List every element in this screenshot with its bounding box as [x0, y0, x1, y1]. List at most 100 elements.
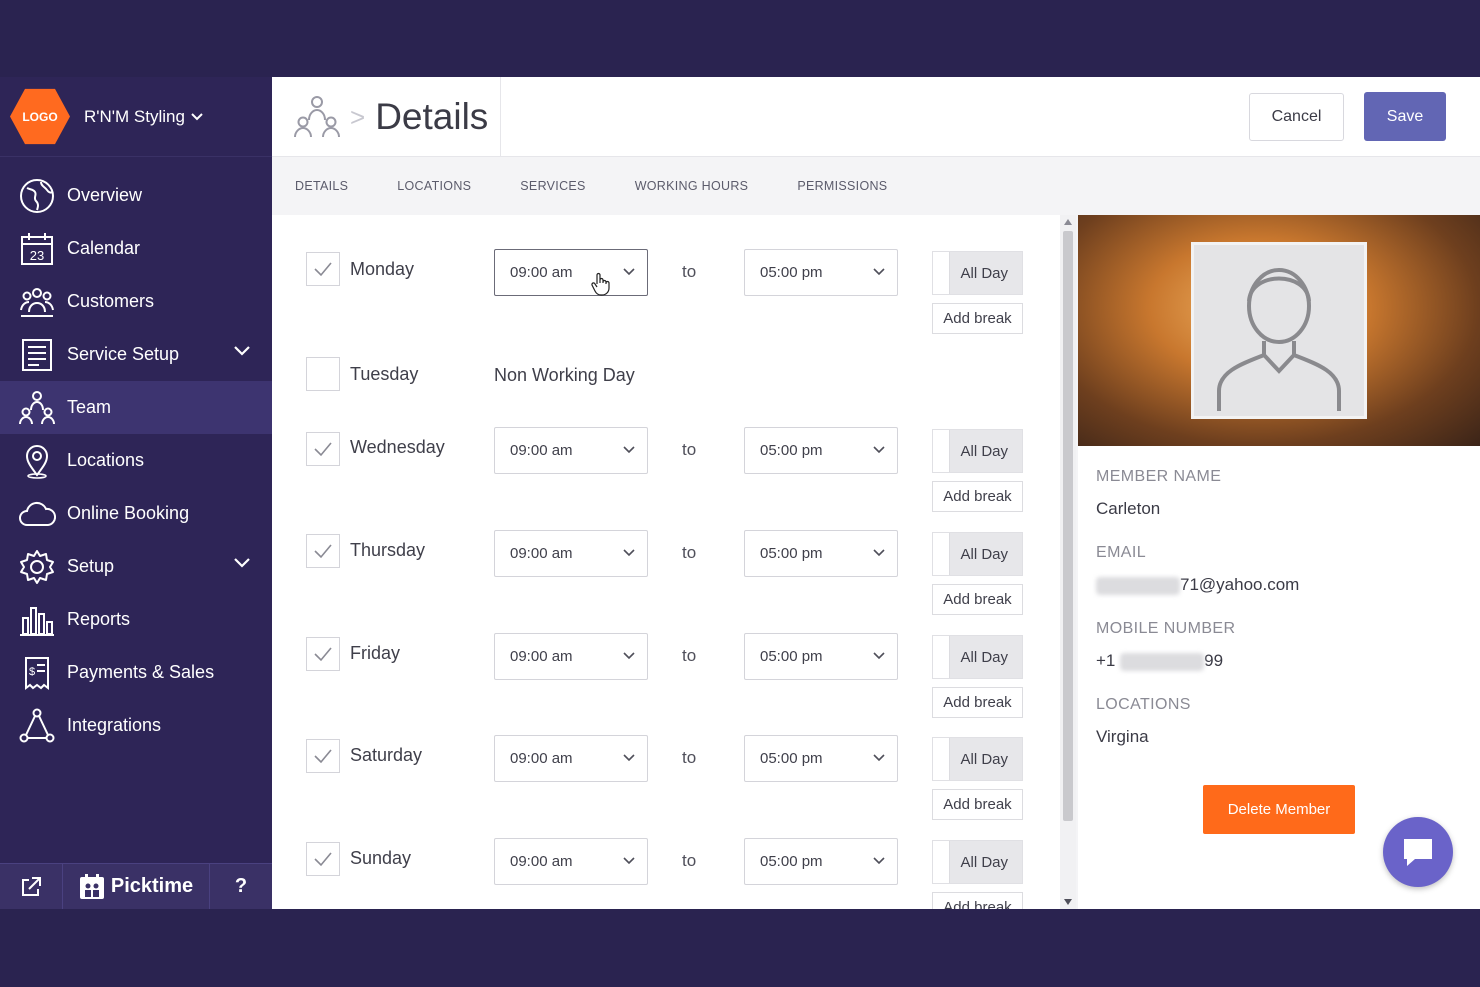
chevron-down-icon[interactable] [234, 558, 250, 568]
location-pin-icon [18, 442, 56, 480]
delete-member-button[interactable]: Delete Member [1203, 785, 1355, 834]
cover-image [1078, 215, 1480, 446]
end-time-value: 05:00 pm [760, 853, 823, 870]
end-time-select[interactable]: 05:00 pm [744, 530, 898, 577]
all-day-toggle[interactable]: All Day [932, 737, 1023, 781]
day-checkbox[interactable] [306, 739, 340, 773]
tab-permissions[interactable]: PERMISSIONS [797, 179, 887, 193]
to-label: to [682, 748, 697, 767]
end-time-value: 05:00 pm [760, 545, 823, 562]
end-time-select[interactable]: 05:00 pm [744, 633, 898, 680]
chevron-down-icon [623, 268, 635, 276]
to-label: to [682, 262, 697, 281]
chat-widget-button[interactable] [1383, 817, 1453, 887]
end-time-select[interactable]: 05:00 pm [744, 427, 898, 474]
sidebar-item-label: Service Setup [67, 344, 180, 364]
page-title: Details [375, 96, 489, 137]
picktime-brand[interactable]: Picktime [62, 864, 210, 909]
day-row-wednesday: Wednesday 09:00 am to 05:00 pm All Day A… [272, 427, 1060, 527]
sidebar-item-payments-sales[interactable]: $ Payments & Sales [0, 646, 272, 699]
to-label: to [682, 851, 697, 870]
all-day-toggle[interactable]: All Day [932, 532, 1023, 576]
start-time-value: 09:00 am [510, 442, 573, 459]
to-label: to [682, 543, 697, 562]
avatar[interactable] [1191, 242, 1367, 419]
start-time-select[interactable]: 09:00 am [494, 838, 648, 885]
tab-locations[interactable]: LOCATIONS [397, 179, 471, 193]
sidebar-item-service-setup[interactable]: Service Setup [0, 328, 272, 381]
member-name-value: Carleton [1096, 499, 1161, 518]
sidebar-item-integrations[interactable]: Integrations [0, 699, 272, 752]
add-break-button[interactable]: Add break [932, 303, 1023, 334]
day-checkbox[interactable] [306, 637, 340, 671]
all-day-toggle[interactable]: All Day [932, 635, 1023, 679]
scroll-thumb[interactable] [1063, 231, 1073, 821]
sidebar-item-reports[interactable]: Reports [0, 593, 272, 646]
sidebar-item-customers[interactable]: Customers [0, 275, 272, 328]
sidebar-item-team[interactable]: Team [0, 381, 272, 434]
redacted-text [1120, 652, 1205, 671]
redacted-text [1096, 576, 1180, 595]
save-button[interactable]: Save [1364, 92, 1446, 141]
end-time-select[interactable]: 05:00 pm [744, 735, 898, 782]
chat-icon [1404, 839, 1432, 866]
add-break-button[interactable]: Add break [932, 584, 1023, 615]
add-break-button[interactable]: Add break [932, 892, 1023, 909]
cancel-button[interactable]: Cancel [1249, 93, 1344, 141]
sidebar-item-calendar[interactable]: 23 Calendar [0, 222, 272, 275]
day-name: Saturday [350, 745, 423, 765]
scroll-down-arrow-icon[interactable] [1064, 899, 1072, 905]
start-time-select[interactable]: 09:00 am [494, 249, 648, 296]
brand-header[interactable]: LOGO R'N'M Styling [0, 77, 272, 157]
chevron-down-icon [623, 857, 635, 865]
day-checkbox[interactable] [306, 842, 340, 876]
day-checkbox[interactable] [306, 357, 340, 391]
tab-services[interactable]: SERVICES [520, 179, 585, 193]
add-break-button[interactable]: Add break [932, 687, 1023, 718]
tab-working-hours[interactable]: WORKING HOURS [635, 179, 749, 193]
chevron-down-icon [623, 549, 635, 557]
mobile-prefix: +1 [1096, 651, 1116, 670]
chevron-down-icon [873, 549, 885, 557]
end-time-select[interactable]: 05:00 pm [744, 249, 898, 296]
help-button[interactable]: ? [210, 875, 272, 898]
integrations-icon [18, 707, 56, 745]
add-break-button[interactable]: Add break [932, 481, 1023, 512]
all-day-toggle[interactable]: All Day [932, 429, 1023, 473]
business-name: R'N'M Styling [84, 106, 185, 126]
business-switcher[interactable]: R'N'M Styling [84, 107, 203, 127]
sidebar-item-locations[interactable]: Locations [0, 434, 272, 487]
content-scrollbar[interactable] [1060, 215, 1076, 909]
tab-details[interactable]: DETAILS [295, 179, 348, 193]
start-time-select[interactable]: 09:00 am [494, 530, 648, 577]
end-time-select[interactable]: 05:00 pm [744, 838, 898, 885]
header-divider [500, 77, 501, 157]
member-name-label: MEMBER NAME [1096, 468, 1222, 485]
day-checkbox[interactable] [306, 252, 340, 286]
add-break-button[interactable]: Add break [932, 789, 1023, 820]
all-day-toggle[interactable]: All Day [932, 840, 1023, 884]
day-checkbox[interactable] [306, 432, 340, 466]
sidebar-item-setup[interactable]: Setup [0, 540, 272, 593]
start-time-select[interactable]: 09:00 am [494, 633, 648, 680]
start-time-select[interactable]: 09:00 am [494, 427, 648, 474]
check-icon [314, 262, 332, 277]
non-working-day-label: Non Working Day [494, 365, 635, 385]
calendar-icon: 23 [18, 230, 56, 268]
mobile-number-label: MOBILE NUMBER [1096, 620, 1236, 637]
locations-label: LOCATIONS [1096, 696, 1191, 713]
scroll-up-arrow-icon[interactable] [1064, 219, 1072, 225]
hand-cursor-icon [591, 272, 610, 296]
day-checkbox[interactable] [306, 534, 340, 568]
external-link-icon[interactable] [0, 876, 62, 898]
start-time-select[interactable]: 09:00 am [494, 735, 648, 782]
sidebar-item-overview[interactable]: Overview [0, 169, 272, 222]
globe-icon [18, 177, 56, 215]
chevron-down-icon[interactable] [234, 346, 250, 356]
all-day-toggle[interactable]: All Day [932, 251, 1023, 295]
sidebar-item-online-booking[interactable]: Online Booking [0, 487, 272, 540]
cloud-icon [18, 495, 56, 533]
team-icon[interactable] [294, 95, 340, 139]
day-row-saturday: Saturday 09:00 am to 05:00 pm All Day Ad… [272, 735, 1060, 835]
gear-icon [18, 548, 56, 586]
